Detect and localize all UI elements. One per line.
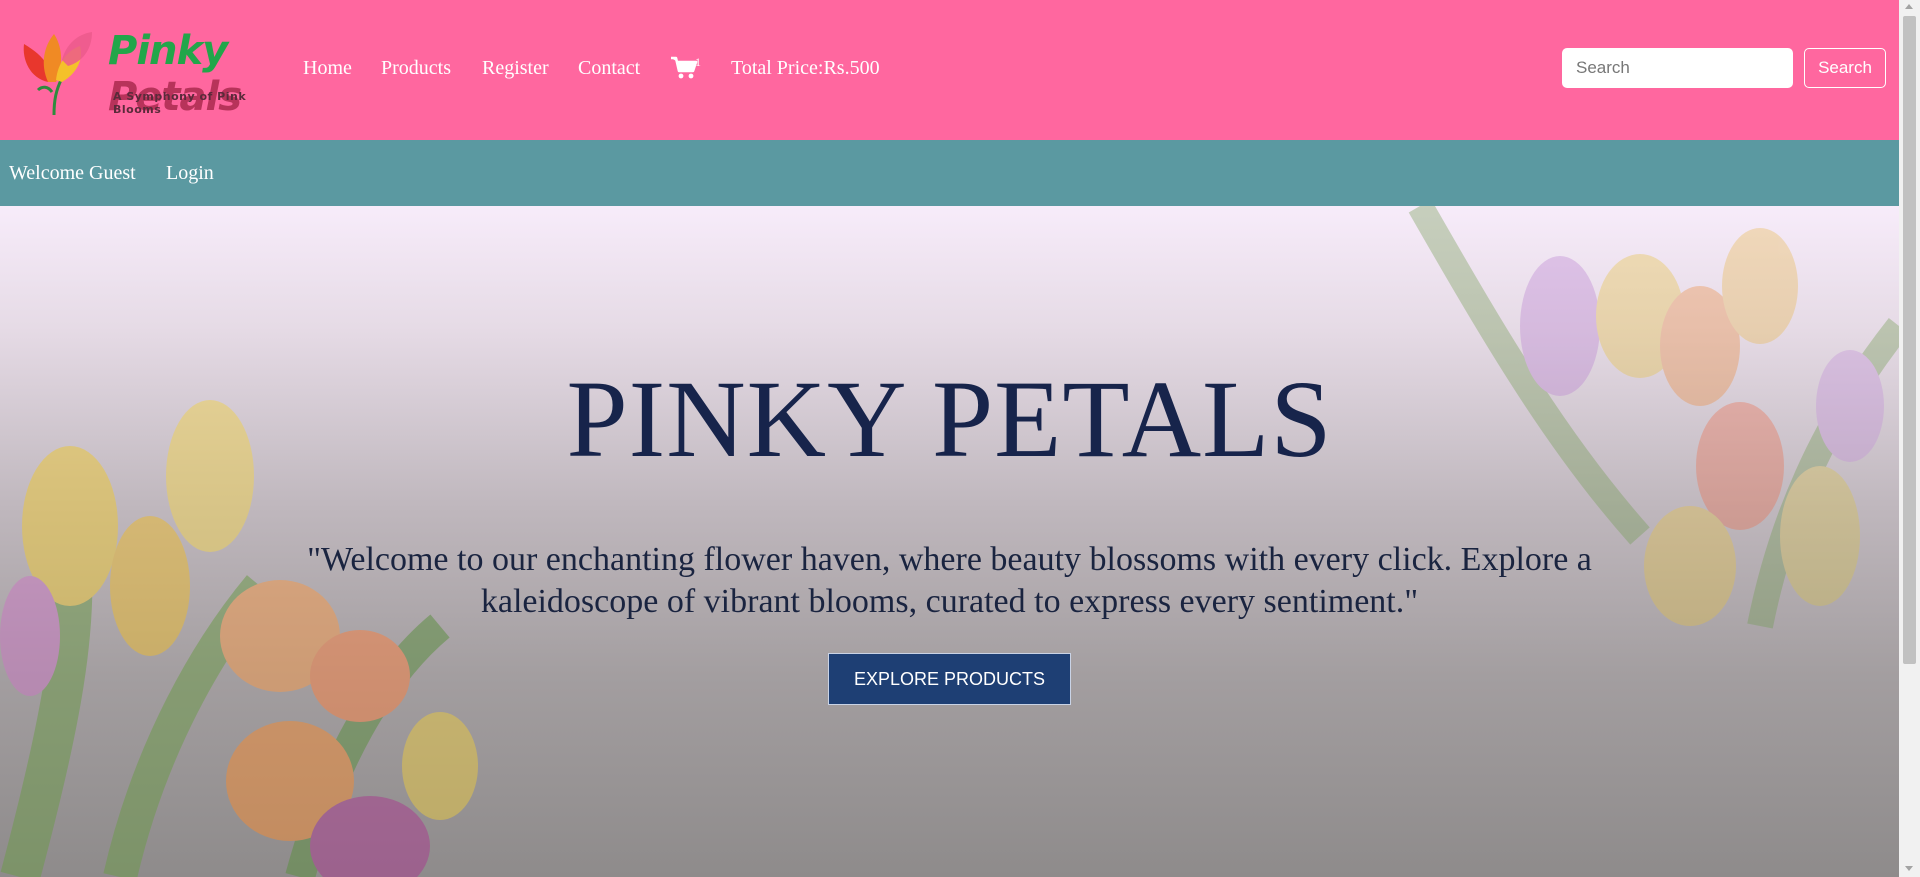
nav-contact-link[interactable]: Contact: [578, 57, 640, 80]
search-button[interactable]: Search: [1804, 48, 1886, 88]
hero-section: PINKY PETALS "Welcome to our enchanting …: [0, 206, 1899, 877]
top-navbar: Pinky Petals A Symphony of Pink Blooms H…: [0, 0, 1899, 140]
login-link[interactable]: Login: [166, 162, 214, 185]
brand-logo[interactable]: Pinky Petals A Symphony of Pink Blooms: [18, 20, 284, 120]
total-price-link[interactable]: Total Price:Rs.500: [731, 57, 880, 80]
user-bar: Welcome Guest Login: [0, 140, 1899, 206]
welcome-guest-text: Welcome Guest: [9, 162, 136, 184]
scroll-thumb[interactable]: [1903, 16, 1916, 664]
tulip-logo-icon: [23, 32, 92, 116]
hero-description: "Welcome to our enchanting flower haven,…: [307, 541, 1592, 620]
vertical-scrollbar[interactable]: [1899, 0, 1920, 877]
cart-count-badge: 1: [695, 55, 701, 69]
search-input[interactable]: [1562, 48, 1793, 88]
scroll-down-arrow-icon[interactable]: [1905, 866, 1913, 871]
nav-register-link[interactable]: Register: [482, 57, 549, 80]
scroll-up-arrow-icon[interactable]: [1905, 4, 1913, 9]
explore-products-button[interactable]: EXPLORE PRODUCTS: [828, 653, 1071, 705]
nav-products-link[interactable]: Products: [381, 57, 451, 80]
page: Pinky Petals A Symphony of Pink Blooms H…: [0, 0, 1920, 877]
brand-tagline: A Symphony of Pink Blooms: [113, 90, 247, 116]
brand-name-part1: Pinky: [108, 28, 228, 74]
cart-icon[interactable]: [670, 55, 698, 81]
nav-home-link[interactable]: Home: [303, 57, 352, 80]
hero-title: PINKY PETALS: [566, 358, 1333, 480]
